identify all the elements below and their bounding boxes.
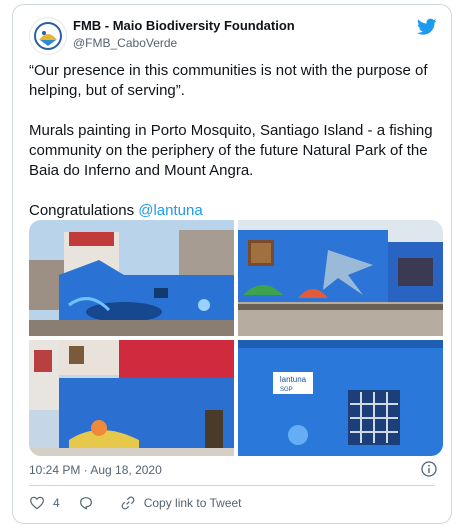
twitter-bird-icon[interactable]: [416, 18, 437, 36]
tweet-timestamp[interactable]: 10:24 PM · Aug 18, 2020: [29, 463, 162, 477]
link-icon: [121, 496, 135, 510]
tweet-paragraph-quote: “Our presence in this communities is not…: [29, 62, 428, 99]
sign-sub-text: SGP: [280, 387, 293, 393]
mention-link[interactable]: @lantuna: [138, 202, 202, 219]
like-count: 4: [53, 496, 60, 510]
photo-mural-mantaray[interactable]: [238, 220, 443, 336]
tweet-paragraph-congrats: Congratulations @lantuna: [29, 201, 443, 221]
photo-mural-red-building[interactable]: [29, 340, 234, 456]
heart-icon: [30, 496, 44, 510]
congrats-text: Congratulations: [29, 202, 139, 219]
tweet-paragraph-murals: Murals painting in Porto Mosquito, Santi…: [29, 122, 433, 179]
tweet-card: FMB - Maio Biodiversity Foundation @FMB_…: [12, 4, 452, 524]
copy-link-button[interactable]: Copy link to Tweet: [120, 495, 242, 511]
info-icon[interactable]: [421, 461, 437, 477]
reply-button[interactable]: [78, 495, 102, 511]
like-button[interactable]: 4: [29, 495, 60, 511]
author-handle[interactable]: @FMB_CaboVerde: [73, 36, 177, 50]
sign-brand-text: lantuna: [280, 375, 307, 384]
photo-grid: lantuna SGP: [29, 220, 443, 456]
author-avatar[interactable]: [29, 17, 67, 55]
tweet-actions: 4 Copy link to Tweet: [29, 492, 260, 514]
copy-link-label: Copy link to Tweet: [143, 496, 242, 510]
author-name[interactable]: FMB - Maio Biodiversity Foundation: [73, 18, 295, 33]
divider: [29, 485, 435, 486]
reply-icon: [79, 497, 92, 510]
photo-mural-window-sign[interactable]: lantuna SGP: [238, 340, 443, 456]
tweet-text: “Our presence in this communities is not…: [29, 61, 443, 241]
photo-mural-street[interactable]: [29, 220, 234, 336]
